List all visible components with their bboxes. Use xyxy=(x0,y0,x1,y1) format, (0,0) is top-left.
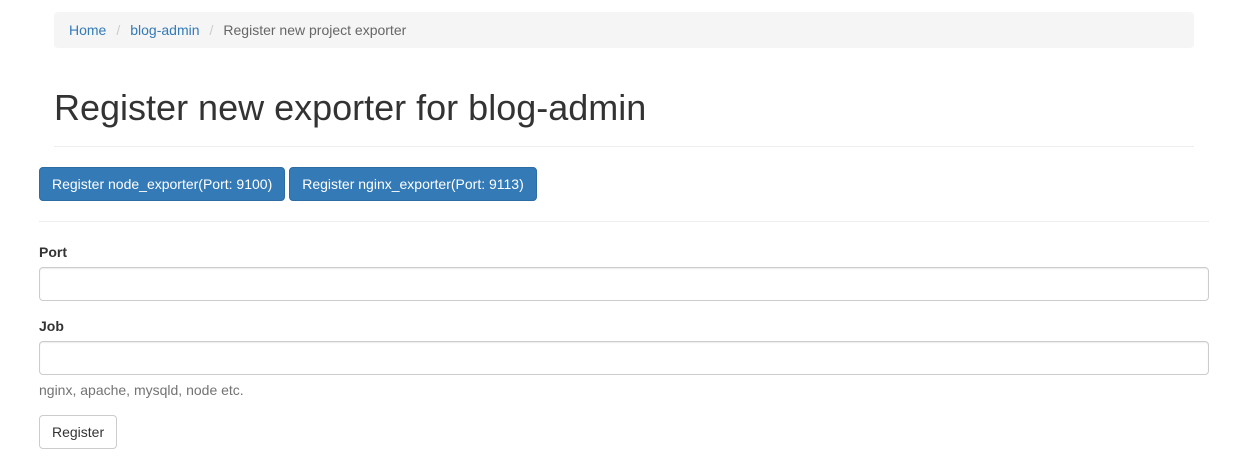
breadcrumb-project-link[interactable]: blog-admin xyxy=(130,22,199,38)
breadcrumb: Home / blog-admin / Register new project… xyxy=(54,12,1194,48)
job-label: Job xyxy=(39,318,64,334)
register-nginx-exporter-button[interactable]: Register nginx_exporter(Port: 9113) xyxy=(289,167,537,201)
page-header: Register new exporter for blog-admin xyxy=(54,74,1194,147)
register-submit-button[interactable]: Register xyxy=(39,415,118,449)
breadcrumb-separator: / xyxy=(209,22,214,38)
port-label: Port xyxy=(39,244,67,260)
exporter-button-group: Register node_exporter(Port: 9100) Regis… xyxy=(39,167,537,201)
breadcrumb-current: Register new project exporter xyxy=(223,22,407,38)
divider xyxy=(39,221,1209,222)
breadcrumb-home-link[interactable]: Home xyxy=(69,22,106,38)
port-input[interactable] xyxy=(39,267,1209,301)
job-help-text: nginx, apache, mysqld, node etc. xyxy=(39,382,244,398)
job-input[interactable] xyxy=(39,341,1209,375)
breadcrumb-separator: / xyxy=(116,22,121,38)
register-node-exporter-button[interactable]: Register node_exporter(Port: 9100) xyxy=(39,167,286,201)
page-title: Register new exporter for blog-admin xyxy=(54,87,647,128)
